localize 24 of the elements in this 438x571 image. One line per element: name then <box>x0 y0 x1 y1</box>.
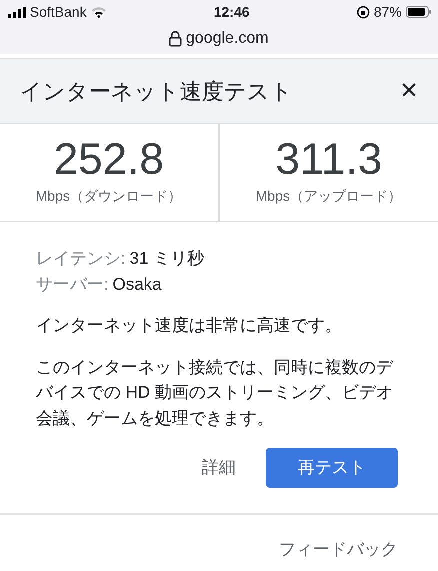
url-text[interactable]: google.com <box>186 27 269 51</box>
description-text: このインターネット接続では、同時に複数のデバイスでの HD 動画のストリーミング、ビデオ会議、ゲームを処理できます。 <box>36 356 394 430</box>
detail-label: レイテンシ: <box>36 248 126 270</box>
close-button[interactable]: × <box>400 76 418 106</box>
clock-time: 12:46 <box>214 2 250 22</box>
wifi-icon <box>90 6 107 18</box>
detail-label: サーバー: <box>36 274 109 296</box>
battery-percent: 87% <box>374 2 402 22</box>
speed-unit: Mbps（アップロード） <box>256 187 402 206</box>
carrier-name: SoftBank <box>30 2 87 22</box>
detail-value: 31 ミリ秒 <box>130 248 204 270</box>
detail-value: Osaka <box>112 274 162 296</box>
feedback-link[interactable]: フィードバック <box>279 536 398 562</box>
rotation-lock-icon <box>356 6 370 18</box>
speed-unit: Mbps（ダウンロード） <box>36 187 182 206</box>
details-button[interactable]: 詳細 <box>188 447 250 488</box>
speed-value: 311.3 <box>276 138 382 182</box>
dialog-title: インターネット速度テスト <box>20 78 293 106</box>
summary-text: インターネット速度は非常に高速です。 <box>36 315 343 337</box>
lock-icon <box>169 31 182 47</box>
battery-icon <box>406 6 432 18</box>
speed-value: 252.8 <box>54 138 164 182</box>
retest-button[interactable]: 再テスト <box>266 448 398 488</box>
signal-icon <box>8 6 26 18</box>
